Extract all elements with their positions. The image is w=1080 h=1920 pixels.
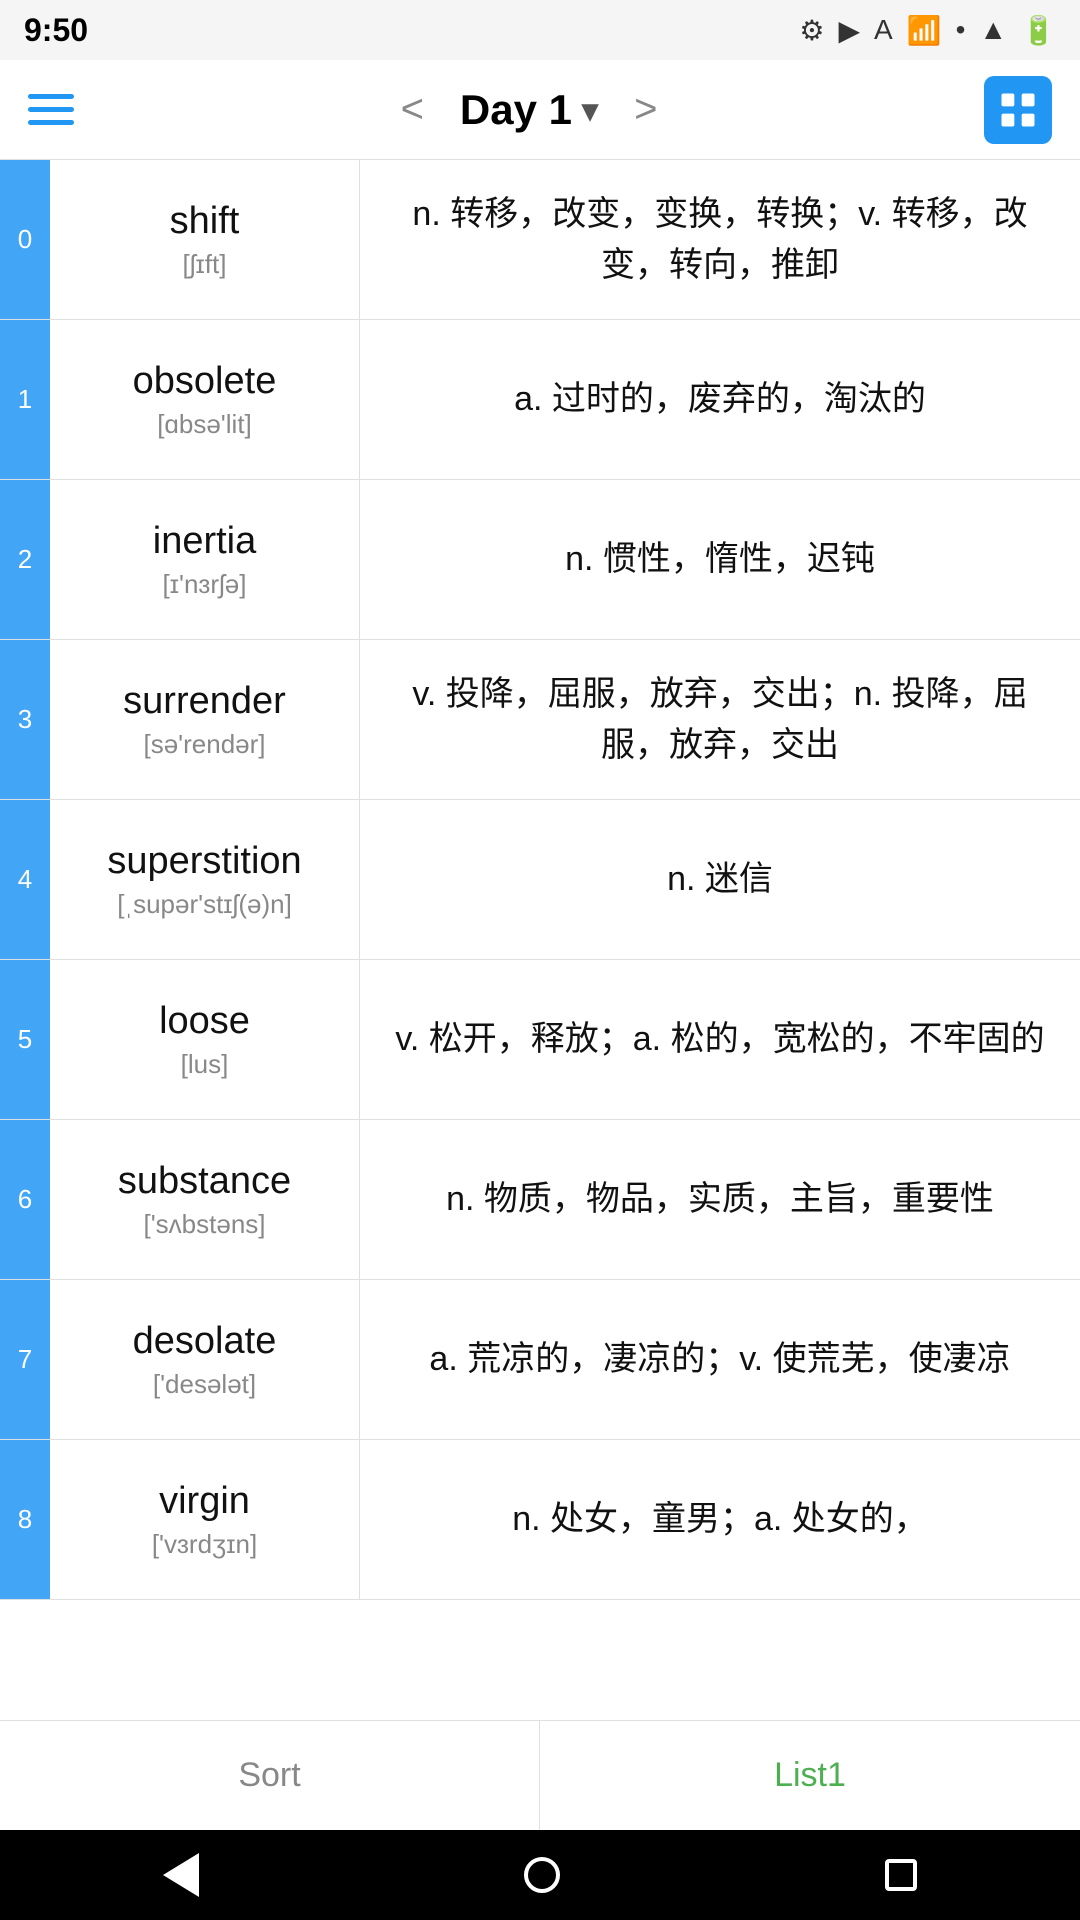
android-nav-bar [0,1830,1080,1920]
word-phonetic: [ɑbsə'lit] [157,409,252,440]
home-button[interactable] [524,1857,560,1893]
word-left: shift [ʃɪft] [50,160,360,319]
table-row[interactable]: 3 surrender [sə'rendər] v. 投降，屈服，放弃，交出；n… [0,640,1080,800]
back-icon [163,1853,199,1897]
word-phonetic: ['desələt] [153,1369,256,1400]
word-left: surrender [sə'rendər] [50,640,360,799]
word-definition: v. 松开，释放；a. 松的，宽松的，不牢固的 [360,960,1080,1119]
back-button[interactable] [163,1853,199,1897]
word-left: virgin ['vɜrdʒɪn] [50,1440,360,1599]
word-index: 7 [0,1280,50,1439]
list1-tab[interactable]: List1 [540,1721,1080,1830]
recent-button[interactable] [885,1859,917,1891]
word-definition: v. 投降，屈服，放弃，交出；n. 投降，屈服，放弃，交出 [360,640,1080,799]
word-phonetic: [ɪ'nɜrʃə] [163,569,247,600]
word-index: 0 [0,160,50,319]
word-left: superstition [ˌsupər'stɪʃ(ə)n] [50,800,360,959]
word-english: virgin [159,1480,250,1523]
word-english: inertia [153,520,257,563]
word-english: shift [170,200,240,243]
word-definition: n. 迷信 [360,800,1080,959]
word-english: desolate [133,1320,277,1363]
list1-tab-label: List1 [774,1756,846,1795]
word-definition: n. 物质，物品，实质，主旨，重要性 [360,1120,1080,1279]
dot-icon: • [956,14,966,46]
header: < Day 1 ▾ > [0,60,1080,160]
word-left: loose [lus] [50,960,360,1119]
day-title[interactable]: Day 1 ▾ [460,86,598,134]
table-row[interactable]: 2 inertia [ɪ'nɜrʃə] n. 惯性，惰性，迟钝 [0,480,1080,640]
hamburger-menu-button[interactable] [28,94,74,125]
next-day-button[interactable]: > [634,87,657,132]
word-english: obsolete [133,360,277,403]
day-dropdown-chevron: ▾ [582,91,598,129]
word-index: 1 [0,320,50,479]
word-phonetic: [lus] [181,1049,229,1080]
table-row[interactable]: 4 superstition [ˌsupər'stɪʃ(ə)n] n. 迷信 [0,800,1080,960]
word-english: superstition [107,840,301,883]
signal-icon: ▲ [979,14,1007,46]
table-row[interactable]: 1 obsolete [ɑbsə'lit] a. 过时的，废弃的，淘汰的 [0,320,1080,480]
header-nav: < Day 1 ▾ > [401,86,658,134]
word-left: substance ['sʌbstəns] [50,1120,360,1279]
word-phonetic: ['vɜrdʒɪn] [152,1529,257,1560]
word-phonetic: [sə'rendər] [143,729,265,760]
table-row[interactable]: 0 shift [ʃɪft] n. 转移，改变，变换，转换；v. 转移，改变，转… [0,160,1080,320]
status-bar: 9:50 ⚙ ▶ A 📶 • ▲ 🔋 [0,0,1080,60]
prev-day-button[interactable]: < [401,87,424,132]
word-left: desolate ['desələt] [50,1280,360,1439]
battery-icon: 🔋 [1021,14,1056,47]
word-index: 4 [0,800,50,959]
word-list-container: 0 shift [ʃɪft] n. 转移，改变，变换，转换；v. 转移，改变，转… [0,160,1080,1920]
table-row[interactable]: 7 desolate ['desələt] a. 荒凉的，凄凉的；v. 使荒芜，… [0,1280,1080,1440]
bottom-tab-bar: Sort List1 [0,1720,1080,1830]
grid-icon [996,88,1040,132]
word-list: 0 shift [ʃɪft] n. 转移，改变，变换，转换；v. 转移，改变，转… [0,160,1080,1600]
word-definition: n. 惯性，惰性，迟钝 [360,480,1080,639]
word-definition: a. 荒凉的，凄凉的；v. 使荒芜，使凄凉 [360,1280,1080,1439]
font-icon: A [874,14,893,46]
word-left: inertia [ɪ'nɜrʃə] [50,480,360,639]
word-index: 6 [0,1120,50,1279]
sort-tab-label: Sort [238,1756,300,1795]
word-left: obsolete [ɑbsə'lit] [50,320,360,479]
play-icon: ▶ [838,14,860,47]
table-row[interactable]: 8 virgin ['vɜrdʒɪn] n. 处女，童男；a. 处女的， [0,1440,1080,1600]
word-english: surrender [123,680,286,723]
status-icons: ⚙ ▶ A 📶 • ▲ 🔋 [799,14,1056,47]
word-index: 5 [0,960,50,1119]
word-english: substance [118,1160,291,1203]
word-definition: n. 处女，童男；a. 处女的， [360,1440,1080,1599]
word-definition: a. 过时的，废弃的，淘汰的 [360,320,1080,479]
word-phonetic: [ʃɪft] [183,249,227,280]
word-index: 3 [0,640,50,799]
recent-icon [885,1859,917,1891]
table-row[interactable]: 5 loose [lus] v. 松开，释放；a. 松的，宽松的，不牢固的 [0,960,1080,1120]
sort-tab[interactable]: Sort [0,1721,540,1830]
word-phonetic: ['sʌbstəns] [143,1209,265,1240]
word-definition: n. 转移，改变，变换，转换；v. 转移，改变，转向，推卸 [360,160,1080,319]
word-english: loose [159,1000,250,1043]
table-row[interactable]: 6 substance ['sʌbstəns] n. 物质，物品，实质，主旨，重… [0,1120,1080,1280]
wifi-icon: 📶 [907,14,942,47]
word-index: 2 [0,480,50,639]
word-phonetic: [ˌsupər'stɪʃ(ə)n] [117,889,292,920]
grid-view-button[interactable] [984,76,1052,144]
home-icon [524,1857,560,1893]
word-index: 8 [0,1440,50,1599]
status-time: 9:50 [24,12,88,49]
gear-icon: ⚙ [799,14,824,47]
